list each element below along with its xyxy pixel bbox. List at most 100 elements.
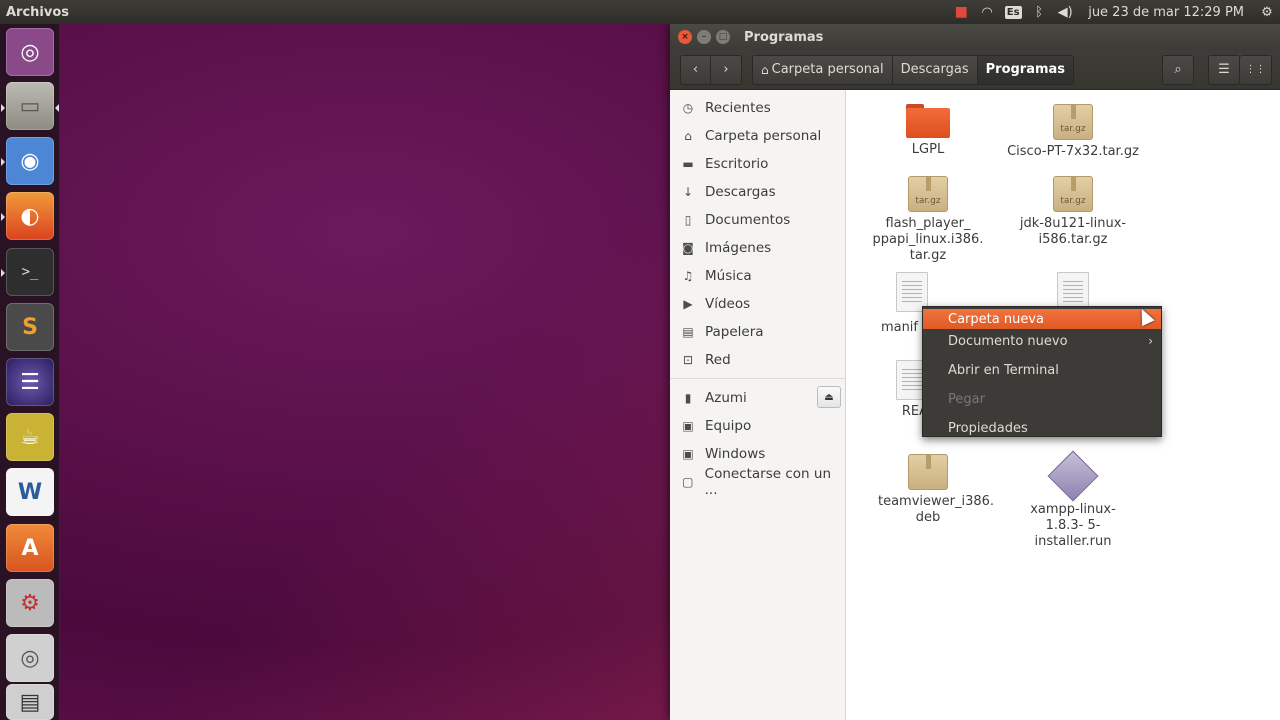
file-name: teamviewer_i386. deb <box>878 494 995 525</box>
sidebar-item-documentos[interactable]: ▯ Documentos <box>670 206 845 234</box>
file-name: REA <box>901 404 928 419</box>
sidebar-item-escritorio[interactable]: ▬ Escritorio <box>670 150 845 178</box>
clock[interactable]: jue 23 de mar 12:29 PM <box>1078 0 1254 24</box>
running-indicator <box>1 158 5 166</box>
menu-item-carpeta-nueva[interactable]: Carpeta nueva <box>923 309 1161 329</box>
file-name: flash_player_ ppapi_linux.i386. tar.gz <box>872 216 984 263</box>
writer-icon[interactable]: W <box>6 468 54 516</box>
sidebar-item-musica[interactable]: ♫ Música <box>670 262 845 290</box>
file-name: Cisco-PT-7x32.tar.gz <box>1007 144 1139 159</box>
printer-icon[interactable]: ▤ <box>6 684 54 720</box>
sidebar-item-label: Carpeta personal <box>705 128 822 144</box>
menu-item-abrir-terminal[interactable]: Abrir en Terminal <box>923 358 1161 382</box>
focus-indicator <box>55 104 59 112</box>
top-panel: Archivos ■ ◠ Es ᛒ ◀) jue 23 de mar 12:29… <box>0 0 1280 24</box>
sidebar-item-label: Descargas <box>705 184 776 200</box>
firefox-icon[interactable]: ◐ <box>6 192 54 240</box>
file-item[interactable]: tar.gz Cisco-PT-7x32.tar.gz <box>1003 104 1143 160</box>
sidebar-item-label: Red <box>705 352 731 368</box>
sublime-icon[interactable]: S <box>6 303 54 351</box>
sidebar-item-videos[interactable]: ▶ Vídeos <box>670 290 845 318</box>
file-item[interactable]: xampp-linux-1.8.3- 5-installer.run <box>1003 450 1143 550</box>
file-item[interactable]: tar.gz jdk-8u121-linux- i586.tar.gz <box>1003 176 1143 248</box>
file-item[interactable]: LGPL <box>858 104 998 158</box>
sidebar-divider <box>670 378 845 379</box>
file-item[interactable]: REA <box>858 360 928 420</box>
gear-icon[interactable]: ⚙ <box>1254 0 1280 24</box>
file-cabinet-icon[interactable]: ▭ <box>6 82 54 130</box>
window-title: Programas <box>744 29 824 45</box>
sidebar-item-label: Conectarse con un ... <box>704 466 831 498</box>
disk-icon[interactable]: ◎ <box>6 634 54 682</box>
sidebar-item-descargas[interactable]: ↓ Descargas <box>670 178 845 206</box>
breadcrumb-home[interactable]: ⌂ Carpeta personal <box>752 54 893 85</box>
desktop-icon: ▬ <box>682 157 694 171</box>
camera-icon: ◙ <box>682 241 694 255</box>
sidebar-item-recientes[interactable]: ◷ Recientes <box>670 94 845 122</box>
sidebar-item-azumi[interactable]: ▮ Azumi ⏏ <box>670 384 845 412</box>
sidebar-item-papelera[interactable]: ▤ Papelera <box>670 318 845 346</box>
sidebar-item-label: Escritorio <box>705 156 769 172</box>
breadcrumb-programas[interactable]: Programas <box>977 54 1075 85</box>
breadcrumb-label: Carpeta personal <box>771 62 884 77</box>
menu-item-documento-nuevo[interactable]: Documento nuevo › <box>923 329 1161 353</box>
sidebar-item-carpeta-personal[interactable]: ⌂ Carpeta personal <box>670 122 845 150</box>
bluetooth-icon[interactable]: ᛒ <box>1026 0 1052 24</box>
file-name: xampp-linux-1.8.3- 5-installer.run <box>1030 502 1116 549</box>
chevron-right-icon: › <box>1148 334 1153 348</box>
maximize-icon[interactable]: □ <box>716 30 730 44</box>
clock-icon: ◷ <box>682 101 694 115</box>
search-icon: ⌕ <box>1174 62 1182 77</box>
executable-icon <box>1047 450 1099 502</box>
back-button[interactable]: ‹ <box>680 54 711 85</box>
menu-item-label: Documento nuevo <box>948 333 1068 349</box>
record-icon[interactable]: ■ <box>948 0 974 24</box>
running-indicator <box>1 269 5 277</box>
places-sidebar: ◷ Recientes ⌂ Carpeta personal ▬ Escritorio… <box>670 90 846 720</box>
terminal-icon[interactable]: >_ <box>6 248 54 296</box>
eject-icon[interactable]: ⏏ <box>817 386 841 408</box>
sidebar-item-equipo[interactable]: ▣ Equipo <box>670 412 845 440</box>
menu-item-propiedades[interactable]: Propiedades <box>923 416 1161 440</box>
menu-item-pegar: Pegar <box>948 391 985 407</box>
sidebar-item-red[interactable]: ⊡ Red <box>670 346 845 374</box>
shopping-bag-icon[interactable]: A <box>6 524 54 572</box>
close-icon[interactable]: × <box>678 30 692 44</box>
archive-icon: tar.gz <box>1053 176 1093 212</box>
file-name: jdk-8u121-linux- i586.tar.gz <box>1019 216 1127 247</box>
context-menu: Carpeta nueva Documento nuevo › Abrir en… <box>922 306 1162 437</box>
minimize-icon[interactable]: – <box>697 30 711 44</box>
search-button[interactable]: ⌕ <box>1162 54 1194 85</box>
folder-icon <box>906 104 950 138</box>
teapot-icon[interactable]: ☕ <box>6 413 54 461</box>
sidebar-item-windows[interactable]: ▣ Windows <box>670 440 845 468</box>
archive-icon: tar.gz <box>1053 104 1093 140</box>
download-icon: ↓ <box>682 185 694 199</box>
sidebar-item-label: Windows <box>705 446 766 462</box>
forward-button[interactable]: › <box>711 54 742 85</box>
file-item[interactable]: teamviewer_i386. deb <box>858 454 998 526</box>
keyboard-indicator[interactable]: Es <box>1000 0 1026 24</box>
music-icon: ♫ <box>682 269 694 283</box>
file-name: LGPL <box>911 142 945 157</box>
list-view-button[interactable]: ☰ <box>1208 54 1240 85</box>
network-icon: ⊡ <box>682 353 694 367</box>
grid-view-button[interactable]: ⋮⋮ <box>1240 54 1272 85</box>
volume-icon[interactable]: ◀) <box>1052 0 1078 24</box>
sidebar-item-label: Recientes <box>705 100 771 116</box>
file-item[interactable]: tar.gz flash_player_ ppapi_linux.i386. t… <box>858 176 998 264</box>
launcher: ◎ ▭ ◉ ◐ >_ S ☰ ☕ W A ⚙ ◎ ▤ <box>0 24 60 720</box>
file-name: manif <box>880 320 918 335</box>
eclipse-icon[interactable]: ☰ <box>6 358 54 406</box>
ubuntu-logo-icon[interactable]: ◎ <box>6 28 54 76</box>
chromium-icon[interactable]: ◉ <box>6 137 54 185</box>
active-app-title: Archivos <box>6 4 70 20</box>
file-item[interactable]: manif <box>858 272 928 336</box>
sidebar-item-label: Imágenes <box>705 240 772 256</box>
window-titlebar[interactable]: × – □ Programas <box>670 24 1280 50</box>
breadcrumb-descargas[interactable]: Descargas <box>892 54 978 85</box>
wifi-icon[interactable]: ◠ <box>974 0 1000 24</box>
sidebar-item-imagenes[interactable]: ◙ Imágenes <box>670 234 845 262</box>
settings-icon[interactable]: ⚙ <box>6 579 54 627</box>
sidebar-item-connect-server[interactable]: ▢ Conectarse con un ... <box>670 466 845 498</box>
